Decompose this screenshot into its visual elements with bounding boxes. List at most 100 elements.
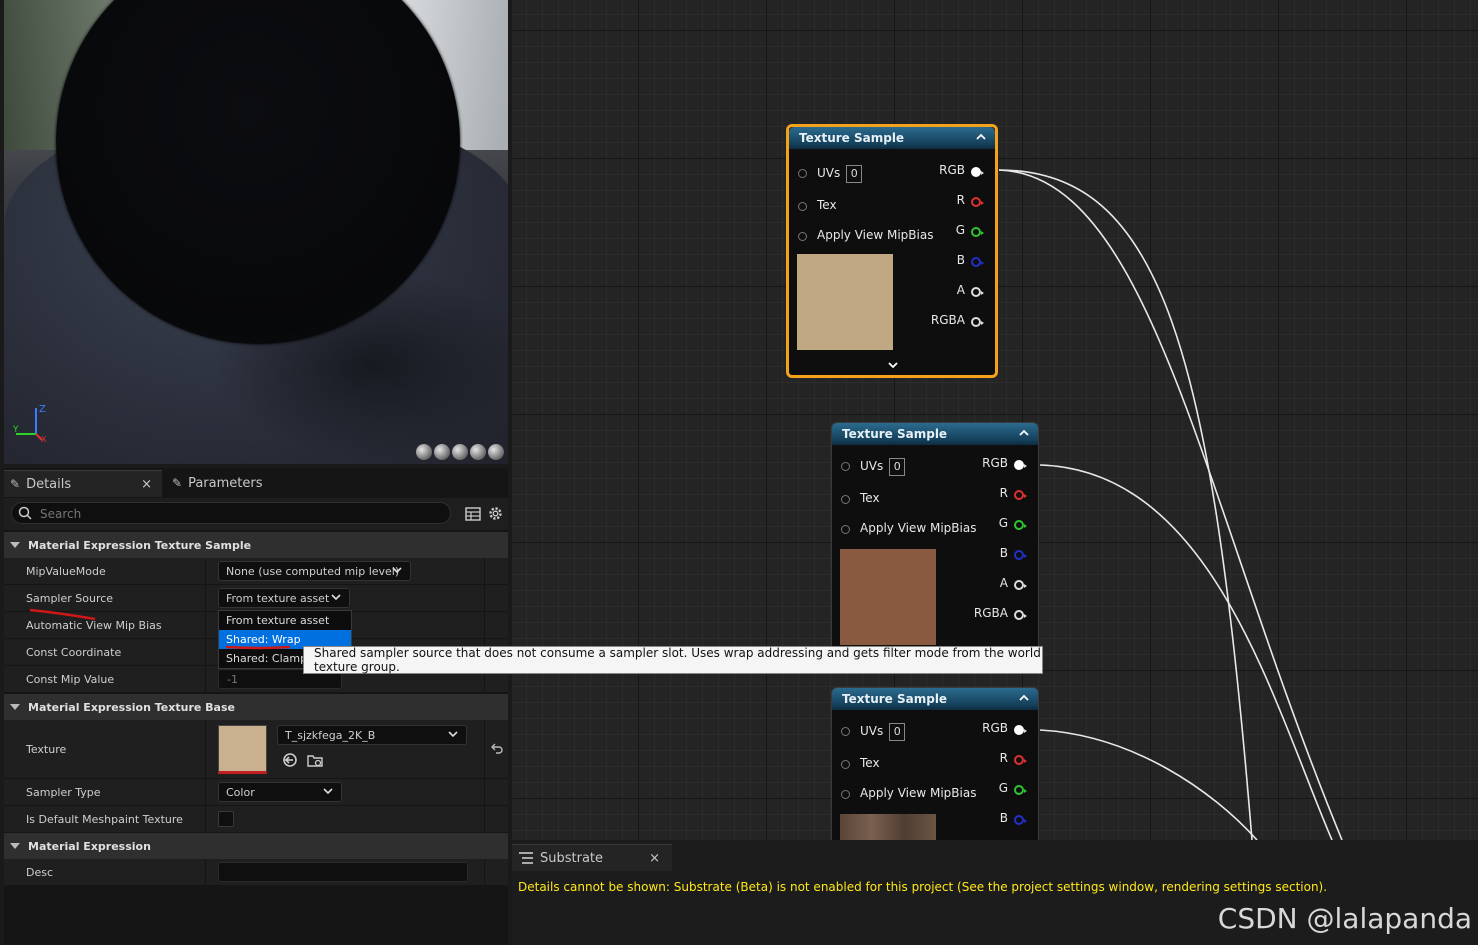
desc-input[interactable] (218, 862, 468, 882)
r-output-pin[interactable] (971, 197, 984, 207)
tex-input-pin[interactable] (841, 495, 850, 504)
node-header[interactable]: Texture Sample (832, 423, 1038, 445)
tab-parameters[interactable]: ✎ Parameters (166, 470, 326, 496)
material-preview-viewport[interactable]: Z Y X (4, 0, 508, 464)
a-output-pin[interactable] (1014, 580, 1027, 590)
section-title: Material Expression Texture Sample (28, 538, 252, 552)
gear-icon[interactable] (487, 505, 504, 522)
sampler-type-dropdown[interactable]: Color (218, 782, 342, 802)
dropdown-value: Color (226, 785, 255, 799)
texture-sample-node[interactable]: Texture Sample UVs 0 Tex Apply View MipBi… (786, 124, 998, 378)
mipvaluemode-dropdown[interactable]: None (use computed mip level) (218, 561, 411, 581)
tooltip: Shared sampler source that does not cons… (303, 646, 1043, 674)
reset-to-default-icon[interactable] (491, 742, 503, 754)
uvs-input-pin[interactable] (798, 169, 807, 178)
uvs-input-pin[interactable] (841, 727, 850, 736)
chevron-up-icon[interactable] (1018, 427, 1030, 439)
search-box[interactable] (11, 502, 451, 524)
texture-asset-picker[interactable]: T_sjzkfega_2K_B (277, 725, 467, 745)
tex-input-pin[interactable] (841, 760, 850, 769)
prop-label: Desc (26, 866, 54, 879)
mipbias-input-pin[interactable] (841, 525, 850, 534)
search-input[interactable] (38, 504, 442, 524)
cylinder-preview-icon[interactable] (416, 444, 432, 460)
section-material-expression[interactable]: Material Expression (4, 833, 508, 859)
texture-preview (797, 254, 893, 350)
tab-substrate-label: Substrate (540, 850, 604, 866)
b-output-pin[interactable] (971, 257, 984, 267)
b-output-label: B (999, 811, 1008, 825)
details-tabbar: ✎ Details × ✎ Parameters (4, 468, 508, 497)
chevron-up-icon[interactable] (1018, 692, 1030, 704)
chevron-down-icon (392, 567, 402, 574)
node-title: Texture Sample (842, 427, 948, 441)
default-meshpaint-checkbox[interactable] (218, 811, 234, 827)
collapse-arrow-icon (10, 542, 20, 548)
expand-node-icon[interactable] (887, 360, 899, 370)
mesh-preview-icon[interactable] (488, 444, 504, 460)
mipbias-label: Apply View MipBias (860, 786, 977, 800)
substrate-warning-message: Details cannot be shown: Substrate (Beta… (518, 880, 1328, 894)
plane-preview-icon[interactable] (452, 444, 468, 460)
uvs-index-field[interactable]: 0 (889, 458, 906, 476)
dropdown-value: T_sjzkfega_2K_B (285, 728, 376, 742)
close-icon[interactable]: × (141, 477, 152, 492)
axis-z-label: Z (39, 404, 46, 415)
tex-input-pin[interactable] (798, 202, 807, 211)
uvs-index-field[interactable]: 0 (846, 165, 863, 183)
b-output-pin[interactable] (1014, 815, 1027, 825)
g-output-label: G (998, 516, 1008, 530)
mipbias-input-pin[interactable] (841, 790, 850, 799)
rgb-output-pin[interactable] (1014, 725, 1027, 735)
table-view-icon[interactable] (465, 506, 481, 522)
dropdown-value: None (use computed mip level) (226, 564, 400, 578)
mipbias-label: Apply View MipBias (860, 521, 977, 535)
r-output-pin[interactable] (1014, 490, 1027, 500)
annotation-underlines (29, 608, 291, 650)
rgba-output-pin[interactable] (971, 317, 984, 327)
g-output-pin[interactable] (1014, 520, 1027, 530)
tab-details[interactable]: ✎ Details × (4, 470, 162, 497)
search-bar (4, 498, 508, 530)
node-header[interactable]: Texture Sample (832, 688, 1038, 710)
a-output-label: A (999, 576, 1008, 590)
pencil-icon: ✎ (172, 476, 183, 490)
texture-sample-node[interactable]: Texture Sample UVs 0 Tex Apply View MipBi… (831, 687, 1039, 840)
material-graph-canvas[interactable]: Texture Sample UVs 0 Tex Apply View MipBi… (512, 0, 1478, 840)
close-icon[interactable]: × (649, 851, 660, 866)
r-output-pin[interactable] (1014, 755, 1027, 765)
b-output-pin[interactable] (1014, 550, 1027, 560)
rgba-output-pin[interactable] (1014, 610, 1027, 620)
chevron-up-icon[interactable] (975, 131, 987, 143)
rgb-output-label: RGB (982, 721, 1008, 735)
chevron-down-icon (448, 731, 458, 738)
tex-label: Tex (860, 491, 880, 505)
texture-sample-node[interactable]: Texture Sample UVs 0 Tex Apply View MipBi… (831, 422, 1039, 664)
g-output-pin[interactable] (971, 227, 984, 237)
cube-preview-icon[interactable] (470, 444, 486, 460)
b-output-label: B (956, 253, 965, 267)
section-title: Material Expression Texture Base (28, 700, 235, 714)
use-selected-asset-icon[interactable] (282, 752, 298, 768)
a-output-pin[interactable] (971, 287, 984, 297)
section-texture-base[interactable]: Material Expression Texture Base (4, 694, 508, 720)
rgb-output-pin[interactable] (1014, 460, 1027, 470)
node-header[interactable]: Texture Sample (789, 127, 995, 149)
section-title: Material Expression (28, 839, 151, 853)
sphere-preview-icon[interactable] (434, 444, 450, 460)
uvs-label: UVs (860, 459, 884, 473)
tex-label: Tex (860, 756, 880, 770)
texture-preview (840, 814, 936, 840)
browse-folder-icon[interactable] (307, 752, 323, 768)
tab-substrate[interactable]: Substrate × (512, 844, 672, 871)
uvs-input-pin[interactable] (841, 462, 850, 471)
rgb-output-pin[interactable] (971, 167, 984, 177)
tab-parameters-label: Parameters (188, 475, 263, 491)
section-texture-sample[interactable]: Material Expression Texture Sample (4, 532, 508, 558)
texture-thumbnail[interactable] (218, 725, 267, 774)
g-output-pin[interactable] (1014, 785, 1027, 795)
prop-label: MipValueMode (26, 565, 106, 578)
uvs-index-field[interactable]: 0 (889, 723, 906, 741)
mipbias-input-pin[interactable] (798, 232, 807, 241)
prop-label: Const Mip Value (26, 673, 115, 686)
